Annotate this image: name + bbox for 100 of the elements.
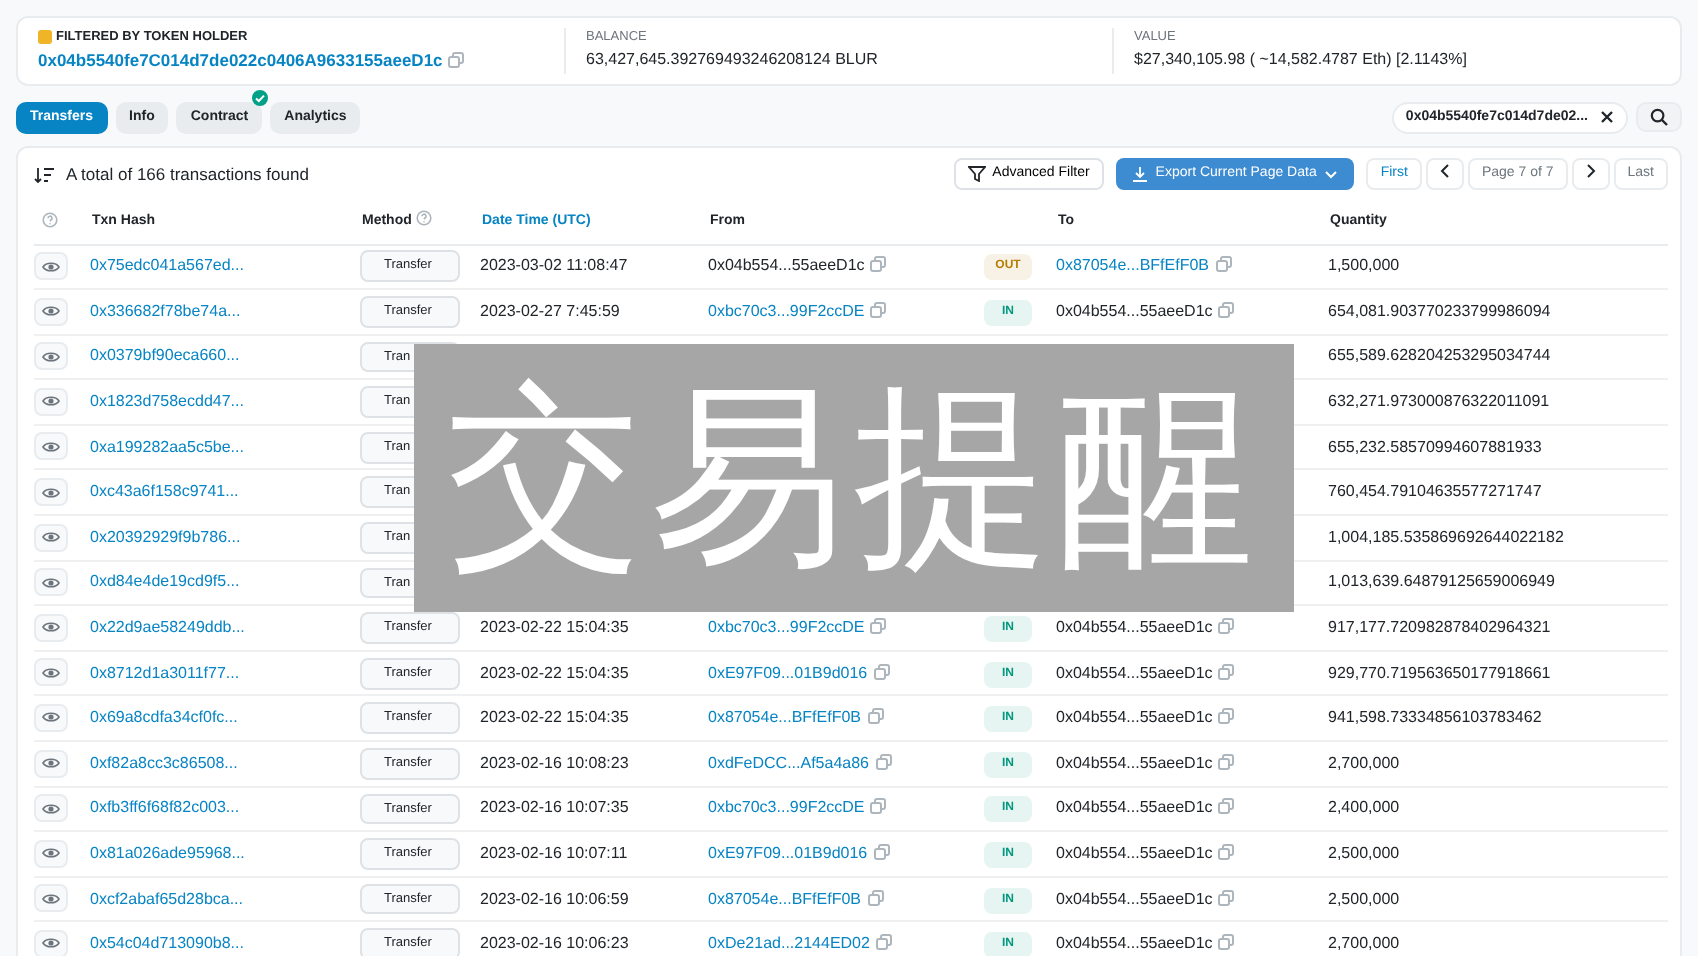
preview-button[interactable] [34,703,68,732]
txn-hash-link[interactable]: 0x75edc041a567ed... [90,256,244,275]
eye-icon [42,530,60,545]
preview-button[interactable] [34,523,68,552]
copy-icon[interactable] [870,798,887,815]
preview-button[interactable] [34,568,68,597]
txn-hash-link[interactable]: 0xf82a8cc3c86508... [90,753,238,772]
eye-icon [42,665,60,680]
from-address-link[interactable]: 0x87054e...BFfEfF0B [708,708,861,727]
from-address-link[interactable]: 0x87054e...BFfEfF0B [708,889,861,908]
preview-button[interactable] [34,929,68,956]
from-address-link[interactable]: 0xbc70c3...99F2ccDE [708,798,865,817]
token-icon [38,30,52,45]
preview-button[interactable] [34,342,68,371]
previous-page-button[interactable] [1425,157,1464,191]
eye-icon [42,710,60,725]
txn-hash-link[interactable]: 0xa199282aa5c5be... [90,437,244,456]
copy-icon[interactable] [1218,934,1235,951]
eye-icon [42,304,60,319]
copy-icon[interactable] [448,52,465,69]
to-address: 0x04b554...55aeeD1c [1056,618,1213,637]
preview-button[interactable] [34,839,68,868]
sort-icon[interactable] [34,165,54,183]
txn-hash-link[interactable]: 0xd84e4de19cd9f5... [90,572,240,591]
preview-button[interactable] [34,387,68,416]
from-address-link[interactable]: 0xE97F09...01B9d016 [708,844,868,863]
txn-hash-link[interactable]: 0xfb3ff6f68f82c003... [90,798,240,817]
close-icon[interactable] [1600,110,1614,125]
copy-icon[interactable] [1218,301,1235,318]
overlay-banner: 交易提醒 [414,344,1294,612]
preview-button[interactable] [34,297,68,326]
date-time-text: 2023-02-22 15:04:35 [480,663,629,682]
copy-icon[interactable] [1218,708,1235,725]
to-address: 0x04b554...55aeeD1c [1056,753,1213,772]
holder-address-link[interactable]: 0x04b5540fe7C014d7de022c0406A9633155aeeD1c [38,47,443,73]
next-page-button[interactable] [1571,157,1610,191]
preview-button[interactable] [34,658,68,687]
copy-icon[interactable] [1218,798,1235,815]
copy-icon[interactable] [867,708,883,725]
copy-icon[interactable] [1218,618,1235,635]
txn-hash-link[interactable]: 0x336682f78be74a... [90,301,241,320]
copy-icon[interactable] [870,256,887,273]
quantity-text: 632,271.973000876322011091 [1328,392,1550,411]
eye-icon [42,801,60,816]
quantity-text: 2,700,000 [1328,934,1400,953]
preview-button[interactable] [34,252,68,281]
preview-button[interactable] [34,794,68,823]
txn-hash-link[interactable]: 0x20392929f9b786... [90,527,241,546]
copy-icon[interactable] [1218,844,1235,861]
txn-hash-link[interactable]: 0x54c04d713090b8... [90,934,244,953]
date-time-text: 2023-02-22 15:04:35 [480,708,629,727]
chevron-right-icon [1585,164,1596,179]
txn-hash-link[interactable]: 0x22d9ae58249ddb... [90,618,245,637]
date-time-text: 2023-03-02 11:08:47 [480,256,628,275]
quantity-text: 929,770.719563650177918661 [1328,663,1551,682]
quantity-text: 941,598.73334856103783462 [1328,708,1542,727]
copy-icon[interactable] [1218,753,1235,770]
search-button[interactable] [1636,102,1682,133]
from-address-link[interactable]: 0xbc70c3...99F2ccDE [708,301,865,320]
txn-hash-link[interactable]: 0xcf2abaf65d28bca... [90,889,244,908]
copy-icon[interactable] [870,618,887,635]
txn-hash-link[interactable]: 0x69a8cdfa34cf0fc... [90,708,238,727]
quantity-text: 2,700,000 [1328,753,1400,772]
info-icon[interactable] [415,210,432,226]
txn-hash-link[interactable]: 0xc43a6f158c9741... [90,482,239,501]
eye-icon [42,349,60,364]
preview-button[interactable] [34,884,68,913]
copy-icon[interactable] [875,934,892,951]
quantity-text: 1,013,639.64879125659006949 [1328,572,1555,591]
copy-icon[interactable] [1218,889,1235,906]
from-address-link[interactable]: 0xE97F09...01B9d016 [708,663,868,682]
copy-icon[interactable] [1218,663,1235,680]
from-address-link[interactable]: 0xDe21ad...2144ED02 [708,934,870,953]
copy-icon[interactable] [875,753,891,770]
quantity-text: 1,500,000 [1328,256,1400,275]
preview-button[interactable] [34,613,68,642]
eye-icon [42,439,60,454]
copy-icon[interactable] [867,889,883,906]
preview-button[interactable] [34,478,68,507]
txn-hash-link[interactable]: 0x8712d1a3011f77... [90,663,240,682]
txn-hash-link[interactable]: 0x1823d758ecdd47... [90,392,244,411]
copy-icon[interactable] [870,301,887,318]
txn-hash-link[interactable]: 0x81a026ade95968... [90,844,245,863]
from-address-link[interactable]: 0xbc70c3...99F2ccDE [708,618,865,637]
copy-icon[interactable] [873,663,890,680]
preview-button[interactable] [34,432,68,461]
from-address-link[interactable]: 0xdFeDCC...Af5a4a86 [708,753,869,772]
download-icon [1131,166,1148,182]
copy-icon[interactable] [1215,256,1231,273]
txn-hash-link[interactable]: 0x0379bf90eca660... [90,346,240,365]
copy-icon[interactable] [873,844,890,861]
to-address-link[interactable]: 0x87054e...BFfEfF0B [1056,256,1209,275]
value-amount: $27,340,105.98 ( ~14,582.4787 Eth) [2.1143%] [1134,47,1469,72]
quantity-text: 760,454.79104635577271747 [1328,482,1542,501]
help-icon[interactable] [42,211,58,228]
search-icon [1650,108,1668,127]
preview-button[interactable] [34,749,68,778]
to-address: 0x04b554...55aeeD1c [1056,708,1213,727]
to-address: 0x04b554...55aeeD1c [1056,934,1213,953]
to-address: 0x04b554...55aeeD1c [1056,798,1213,817]
